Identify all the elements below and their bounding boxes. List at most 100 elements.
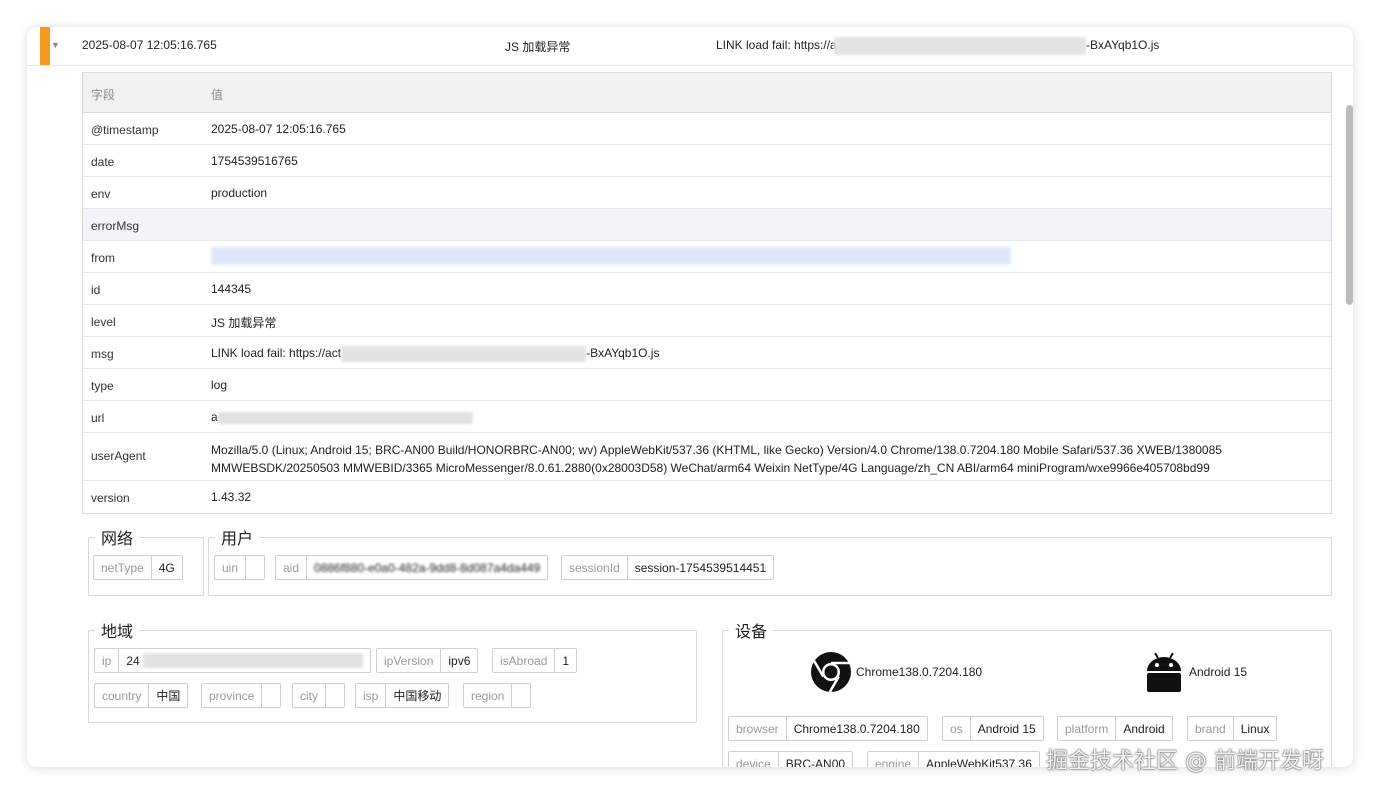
tag-value: ipv6 [448, 653, 471, 668]
tag-key: city [293, 684, 326, 707]
tag-province: province [201, 683, 282, 708]
browser-summary: Chrome138.0.7204.180 [856, 665, 983, 679]
tag-value [512, 684, 530, 707]
field-key: id [91, 283, 101, 297]
tag-key: platform [1058, 717, 1117, 740]
field-value: LINK load fail: https://act -BxAYqb1O.js [211, 346, 659, 362]
tag-nettype: netType 4G [93, 555, 183, 580]
tag-device: device BRC-AN00 [728, 751, 854, 768]
table-row: from [83, 241, 1331, 273]
tag-city: city [292, 683, 345, 708]
field-key: env [91, 187, 111, 201]
tag-value: AppleWebKit537.36 [926, 756, 1032, 768]
header-value: 值 [211, 88, 224, 102]
field-value: log [211, 378, 228, 392]
tag-isabroad: isAbroad 1 [492, 648, 578, 673]
tag-value [262, 684, 280, 707]
tag-value [326, 684, 344, 707]
tag-isp: isp 中国移动 [355, 683, 450, 708]
level-accent-bar [40, 27, 50, 65]
log-row[interactable]: ▼ 2025-08-07 12:05:16.765 JS 加载异常 LINK l… [27, 27, 1353, 66]
tag-browser: browser Chrome138.0.7204.180 [728, 716, 928, 741]
tag-value: 中国 [156, 689, 181, 703]
tag-value: Android 15 [977, 721, 1036, 736]
tag-key: country [95, 684, 150, 707]
tag-key: isAbroad [493, 649, 556, 672]
tag-country: country 中国 [94, 683, 189, 708]
log-row-msg-suffix: -BxAYqb1O.js [1086, 38, 1160, 52]
tag-value: 0886f880-e0a0-482a-9dd8-8d087a4da449 [314, 560, 541, 575]
tag-sessionid: sessionId session-1754539514451 [561, 555, 775, 580]
field-value: 144345 [211, 282, 252, 296]
field-value: production [211, 186, 268, 200]
tag-key: uin [215, 556, 247, 579]
tag-brand: brand Linux [1187, 716, 1278, 741]
tag-key: province [202, 684, 263, 707]
log-row-msg-prefix: LINK load fail: https://a [716, 38, 837, 52]
tag-key: os [943, 717, 971, 740]
collapse-caret-icon[interactable]: ▼ [51, 40, 60, 50]
user-legend: 用户 [221, 531, 254, 548]
field-key: version [91, 491, 130, 505]
tag-engine: engine AppleWebKit537.36 [867, 751, 1040, 767]
tag-value: Linux [1240, 721, 1270, 736]
network-legend: 网络 [101, 531, 134, 548]
tag-uin: uin [214, 555, 266, 580]
msg-suffix: -BxAYqb1O.js [586, 346, 660, 361]
field-key: errorMsg [91, 219, 140, 233]
tag-value: 1 [562, 653, 570, 668]
tag-key: isp [356, 684, 387, 707]
fields-table: 字段 值 @timestamp 2025-08-07 12:05:16.765 … [82, 72, 1332, 514]
tag-key: browser [729, 717, 787, 740]
tag-aid: aid 0886f880-e0a0-482a-9dd8-8d087a4da449 [275, 555, 549, 580]
tag-value: Android [1123, 721, 1165, 736]
tag-ipversion: ipVersion ipv6 [376, 648, 479, 673]
field-value: 2025-08-07 12:05:16.765 [211, 122, 346, 136]
table-row: id 144345 [83, 273, 1331, 305]
tag-key: sessionId [562, 556, 628, 579]
tag-value: session-1754539514451 [634, 560, 767, 575]
field-key: @timestamp [91, 123, 159, 137]
field-value: 1.43.32 [211, 490, 252, 504]
tag-value: BRC-AN00 [785, 756, 846, 768]
table-row: level JS 加载异常 [83, 305, 1331, 337]
redacted-url [834, 37, 1086, 55]
header-field: 字段 [91, 88, 116, 102]
ip-prefix: 24 [126, 653, 140, 668]
tag-value: 4G [158, 560, 175, 575]
field-value: JS 加载异常 [211, 316, 277, 330]
field-key: type [91, 379, 114, 393]
table-row: msg LINK load fail: https://act -BxAYqb1O… [83, 337, 1331, 369]
device-legend: 设备 [735, 624, 768, 641]
tag-key: engine [868, 752, 920, 767]
tag-key: ip [95, 649, 120, 672]
tag-os: os Android 15 [942, 716, 1044, 741]
os-summary: Android 15 [1189, 665, 1248, 679]
table-row: @timestamp 2025-08-07 12:05:16.765 [83, 113, 1331, 145]
table-row: env production [83, 177, 1331, 209]
tag-ip: ip 24 [94, 648, 371, 673]
table-row: type log [83, 369, 1331, 401]
field-key: url [91, 411, 105, 425]
log-row-timestamp: 2025-08-07 12:05:16.765 [82, 38, 217, 52]
table-row: errorMsg [83, 209, 1331, 241]
fields-table-header: 字段 值 [83, 73, 1331, 113]
redacted-ip [142, 653, 363, 668]
field-key: date [91, 155, 115, 169]
table-row: date 1754539516765 [83, 145, 1331, 177]
table-row: url a [83, 401, 1331, 433]
scrollbar-thumb[interactable] [1346, 105, 1353, 305]
tag-value: 中国移动 [393, 689, 442, 703]
table-row: version 1.43.32 [83, 481, 1331, 512]
field-value: a [211, 410, 473, 424]
tag-region: region [463, 683, 532, 708]
redacted-from-value [211, 247, 1011, 265]
tag-key: netType [94, 556, 152, 579]
android-icon [1147, 652, 1181, 692]
tag-value: Chrome138.0.7204.180 [793, 721, 920, 736]
field-value: Mozilla/5.0 (Linux; Android 15; BRC-AN00… [211, 443, 1222, 475]
tag-platform: platform Android [1057, 716, 1173, 741]
tag-key: device [729, 752, 779, 767]
redacted-url [341, 346, 587, 362]
field-key: userAgent [91, 449, 146, 463]
